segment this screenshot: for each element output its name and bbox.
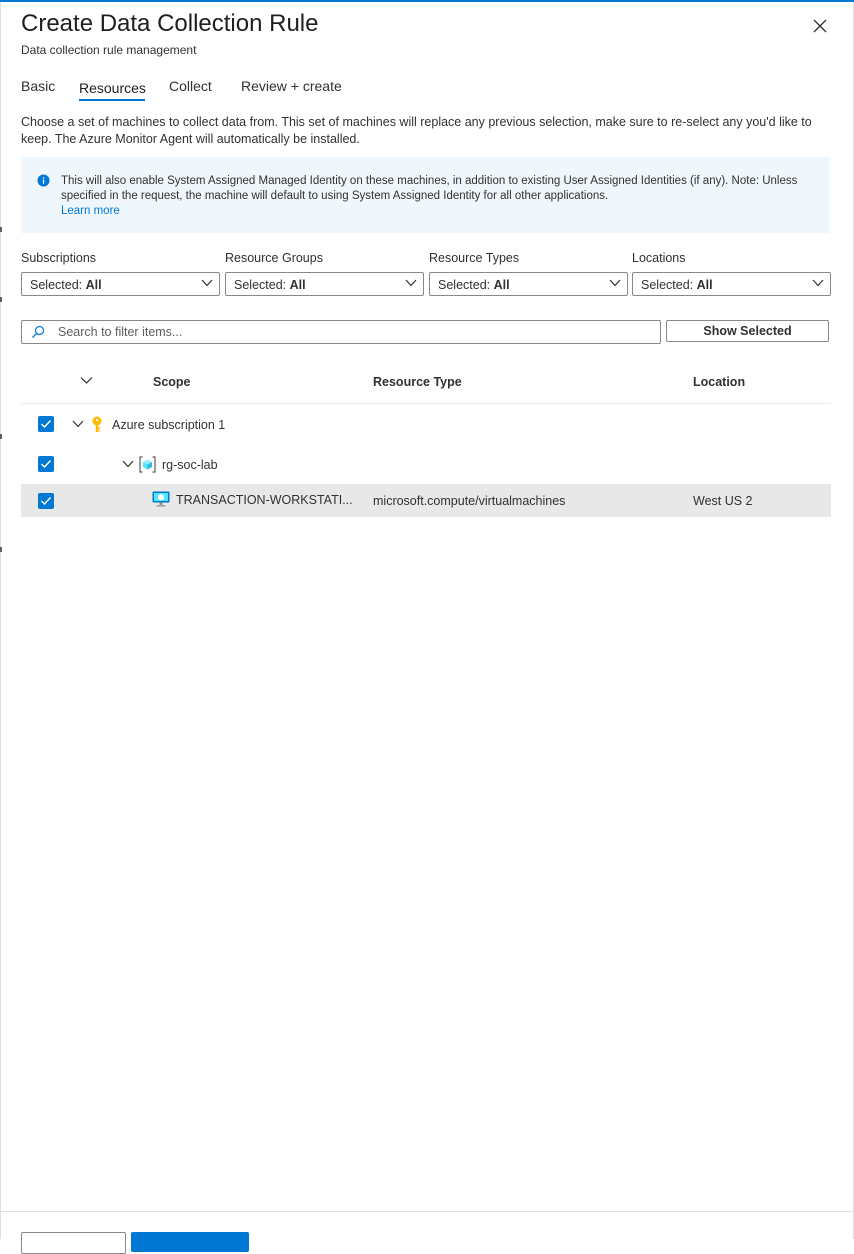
margin-mark (0, 434, 2, 439)
chevron-down-icon (609, 279, 621, 287)
tab-review-create[interactable]: Review + create (241, 78, 342, 94)
dialog-left-border (0, 2, 1, 1239)
info-icon (37, 174, 50, 187)
chevron-down-icon[interactable] (72, 420, 84, 428)
column-header-location[interactable]: Location (693, 375, 745, 389)
top-accent-bar (0, 0, 854, 2)
tab-resources[interactable]: Resources (79, 80, 146, 96)
previous-button[interactable] (21, 1232, 126, 1254)
expand-all-chevron-icon[interactable] (80, 376, 93, 385)
checkmark-icon (41, 497, 52, 506)
table-header-divider (21, 403, 831, 404)
search-input[interactable] (58, 323, 648, 341)
resource-types-dropdown[interactable]: Selected: All (429, 272, 628, 296)
close-icon (813, 19, 827, 33)
resource-group-icon (139, 456, 156, 473)
scope-cell: Azure subscription 1 (112, 418, 226, 432)
dropdown-prefix: Selected: (641, 278, 694, 292)
resources-description: Choose a set of machines to collect data… (21, 115, 812, 146)
checkmark-icon (41, 460, 52, 469)
search-box (21, 320, 661, 344)
table-row[interactable]: Azure subscription 1 (21, 408, 831, 441)
table-row[interactable]: TRANSACTION-WORKSTATI... microsoft.compu… (21, 484, 831, 517)
resource-types-label: Resource Types (429, 251, 520, 265)
dropdown-value: All (696, 278, 713, 292)
search-icon (32, 325, 45, 338)
info-text: This will also enable System Assigned Ma… (61, 175, 798, 202)
scope-cell: TRANSACTION-WORKSTATI... (176, 493, 353, 507)
chevron-down-icon[interactable] (122, 460, 134, 468)
margin-mark (0, 227, 2, 232)
subscriptions-dropdown[interactable]: Selected: All (21, 272, 220, 296)
location-cell: West US 2 (693, 494, 753, 508)
margin-mark (0, 547, 2, 552)
tab-collect[interactable]: Collect (169, 78, 212, 94)
dropdown-value: All (85, 278, 102, 292)
column-header-scope[interactable]: Scope (153, 375, 191, 389)
chevron-down-icon (812, 279, 824, 287)
resource-type-cell: microsoft.compute/virtualmachines (373, 494, 566, 508)
locations-label: Locations (632, 251, 686, 265)
row-checkbox[interactable] (38, 416, 54, 432)
info-message: This will also enable System Assigned Ma… (61, 174, 801, 219)
learn-more-link[interactable]: Learn more (61, 205, 120, 217)
active-tab-indicator (79, 99, 145, 101)
next-button[interactable] (131, 1232, 249, 1252)
show-selected-button[interactable]: Show Selected (666, 320, 829, 342)
locations-dropdown[interactable]: Selected: All (632, 272, 831, 296)
virtual-machine-icon (152, 491, 170, 507)
tab-basic[interactable]: Basic (21, 78, 55, 94)
resource-groups-dropdown[interactable]: Selected: All (225, 272, 424, 296)
table-row[interactable]: rg-soc-lab (21, 448, 831, 481)
dropdown-prefix: Selected: (234, 278, 287, 292)
checkmark-icon (41, 420, 52, 429)
close-button[interactable] (810, 16, 830, 36)
dropdown-prefix: Selected: (30, 278, 83, 292)
dropdown-prefix: Selected: (438, 278, 491, 292)
chevron-down-icon (201, 279, 213, 287)
dialog-title: Create Data Collection Rule (21, 10, 319, 37)
key-icon (92, 416, 102, 432)
dropdown-value: All (493, 278, 510, 292)
info-message-bar: This will also enable System Assigned Ma… (21, 157, 829, 233)
dropdown-value: All (289, 278, 306, 292)
resource-groups-label: Resource Groups (225, 251, 323, 265)
footer-divider (0, 1211, 854, 1212)
margin-mark (0, 297, 2, 302)
chevron-down-icon (405, 279, 417, 287)
row-checkbox[interactable] (38, 456, 54, 472)
column-header-resource-type[interactable]: Resource Type (373, 375, 462, 389)
subscriptions-label: Subscriptions (21, 251, 97, 265)
dialog-subtitle: Data collection rule management (21, 43, 197, 57)
row-checkbox[interactable] (38, 493, 54, 509)
scope-cell: rg-soc-lab (162, 458, 218, 472)
